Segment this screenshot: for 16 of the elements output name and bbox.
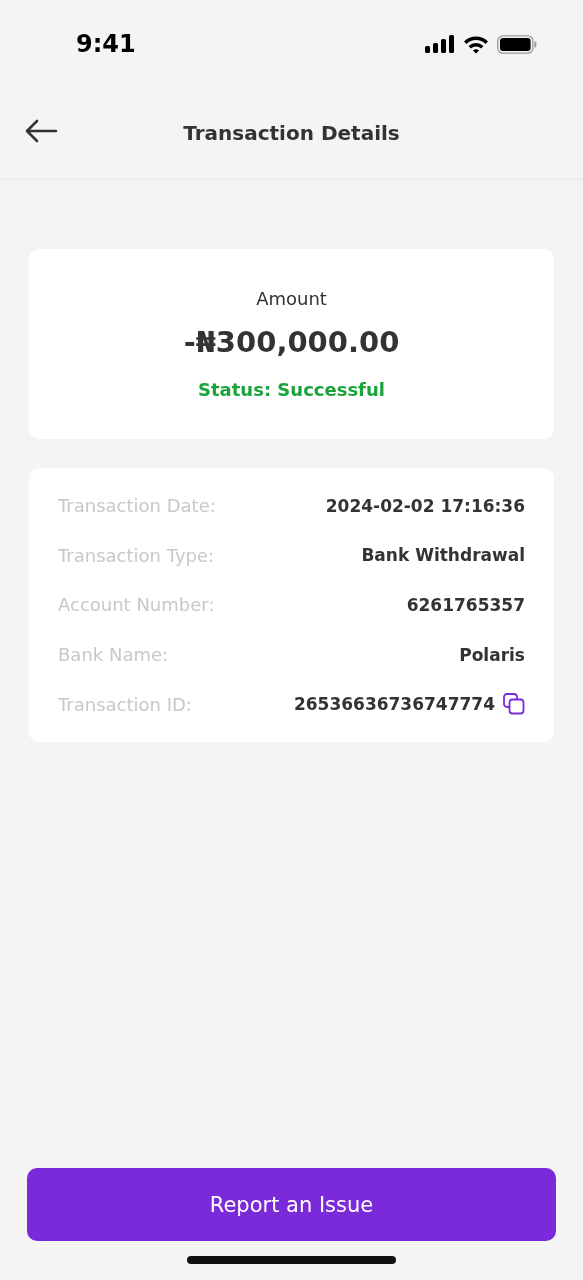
back-arrow-icon[interactable] <box>24 119 58 143</box>
detail-value: Bank Withdrawal <box>361 545 525 566</box>
wifi-icon <box>463 34 489 54</box>
status-time: 9:41 <box>76 30 136 58</box>
transaction-status: Status: Successful <box>198 379 385 400</box>
battery-icon <box>497 34 537 54</box>
report-issue-button[interactable]: Report an Issue <box>27 1168 556 1241</box>
copy-icon[interactable] <box>503 693 525 716</box>
amount-label: Amount <box>256 288 327 309</box>
detail-value: 2024-02-02 17:16:36 <box>325 495 525 516</box>
detail-value: 26536636736747774 <box>293 694 495 715</box>
detail-value: Polaris <box>459 644 525 665</box>
amount-value: -₦300,000.00 <box>183 325 400 359</box>
page-title: Transaction Details <box>183 121 400 145</box>
signal-icon <box>425 35 455 53</box>
detail-value: 6261765357 <box>406 595 525 615</box>
